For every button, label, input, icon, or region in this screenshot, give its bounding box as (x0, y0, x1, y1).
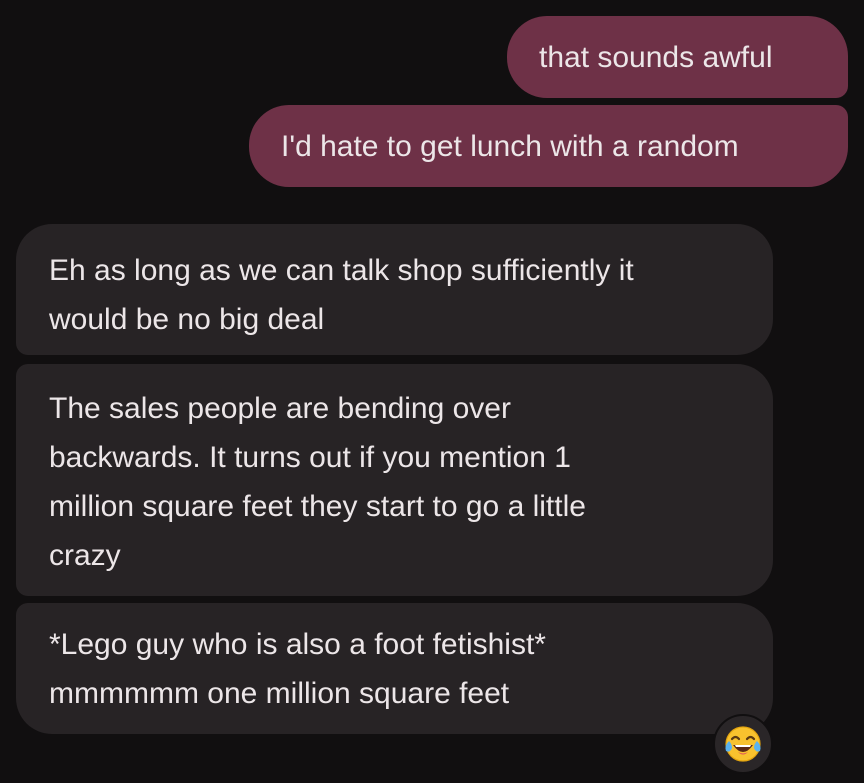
received-message-bubble[interactable]: Eh as long as we can talk shop sufficien… (16, 224, 773, 355)
message-text-line: *Lego guy who is also a foot fetishist* (49, 628, 546, 661)
message-text-line: backwards. It turns out if you mention 1 (49, 441, 571, 474)
sent-message-bubble[interactable]: that sounds awful (507, 16, 848, 98)
message-text-line: million square feet they start to go a l… (49, 490, 586, 523)
reaction-badge[interactable] (713, 714, 773, 774)
message-text-line: crazy (49, 539, 121, 572)
message-text: that sounds awful (539, 40, 773, 74)
message-text-line: The sales people are bending over (49, 392, 511, 425)
message-text-line: would be no big deal (49, 303, 325, 336)
message-text: I'd hate to get lunch with a random (281, 129, 739, 163)
face-with-tears-of-joy-icon (725, 726, 761, 762)
sent-message-bubble[interactable]: I'd hate to get lunch with a random (249, 105, 848, 187)
message-text-line: mmmmmm one million square feet (49, 677, 510, 710)
message-text-line: Eh as long as we can talk shop sufficien… (49, 254, 634, 287)
received-message-bubble[interactable]: *Lego guy who is also a foot fetishist* … (16, 603, 773, 734)
received-message-bubble[interactable]: The sales people are bending over backwa… (16, 364, 773, 596)
